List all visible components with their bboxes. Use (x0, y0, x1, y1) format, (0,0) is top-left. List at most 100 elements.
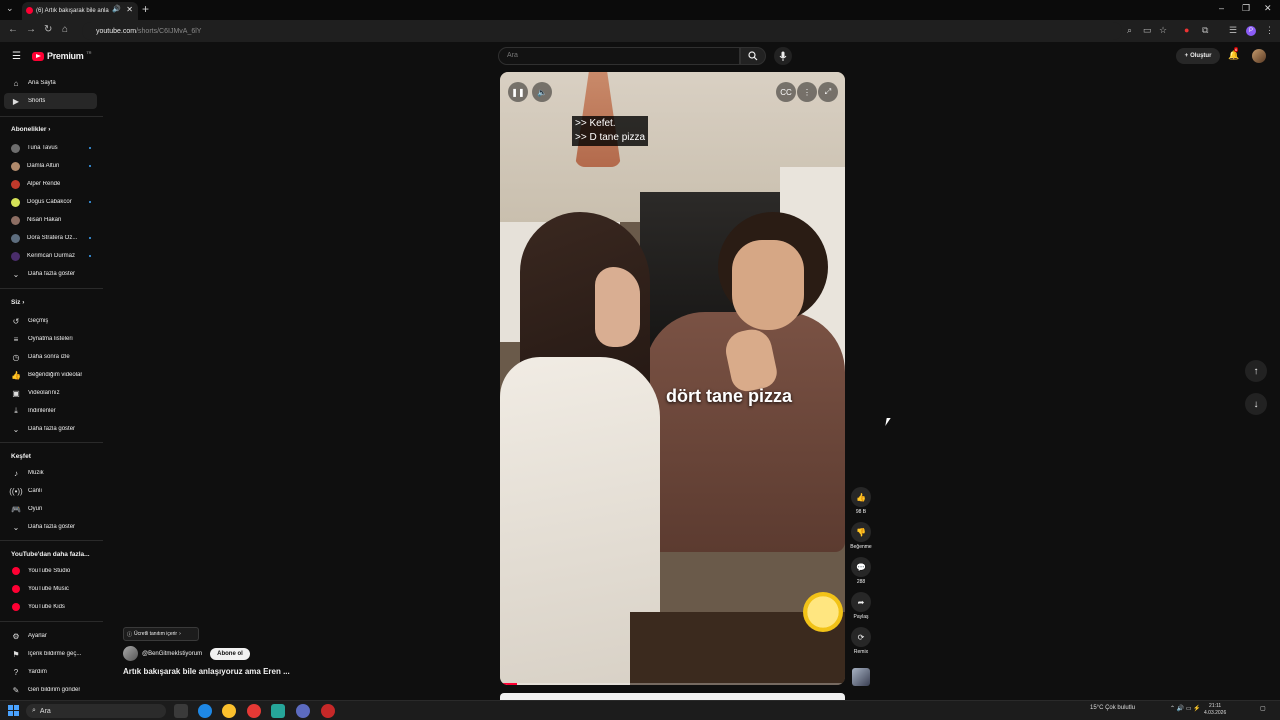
sidebar-item-downloads[interactable]: ⤓ İndirilenler (4, 403, 97, 419)
discord-icon[interactable] (296, 704, 310, 718)
pause-button[interactable]: ❚❚ (508, 82, 528, 102)
sound-thumbnail[interactable] (852, 668, 870, 686)
share-button[interactable]: ➦ Paylaş (849, 592, 873, 620)
forward-icon[interactable]: → (26, 24, 36, 35)
channel-avatar (11, 179, 20, 189)
sidebar-item-history[interactable]: ↺ Geçmiş (4, 313, 97, 329)
sidebar-item-youtube-kids[interactable]: YouTube Kids (4, 599, 97, 615)
home-browser-icon[interactable]: ⌂ (62, 24, 68, 35)
extension-icon[interactable]: ● (1184, 25, 1189, 35)
scene-lemon (803, 592, 843, 632)
sidebar-item-feedback[interactable]: ✎ Geri bildirim gönder (4, 682, 97, 698)
sidebar-show-more-explore[interactable]: ⌄ Daha fazla göster (4, 519, 97, 535)
paid-promotion-chip[interactable]: ⓘ Ücretli tanıtım içerir › (123, 627, 199, 641)
sidebar-item-music[interactable]: ♪ Müzik (4, 465, 97, 481)
sidebar-show-more-you[interactable]: ⌄ Daha fazla göster (4, 421, 97, 437)
sidebar-item-youtube-music[interactable]: YouTube Music (4, 581, 97, 597)
subscriptions-heading[interactable]: Abonelikler › (11, 126, 50, 133)
restore-icon[interactable]: ❐ (1242, 3, 1250, 14)
like-button[interactable]: 👍 98 B (849, 487, 873, 515)
sidebar-item-watch-later[interactable]: ◷ Daha sonra izle (4, 349, 97, 365)
shorts-video-player[interactable]: ❚❚ 🔈 CC ⋮ ⤢ >> Kefet. >> D tane pizza dö… (500, 72, 845, 685)
video-title[interactable]: Artık bakışarak bile anlaşıyoruz ama Ere… (123, 667, 290, 676)
fullscreen-button[interactable]: ⤢ (818, 82, 838, 102)
sidebar-item-subscription[interactable]: Alper Rende (4, 176, 97, 192)
clock[interactable]: 21:11 4.03.2026 (1204, 703, 1226, 717)
start-button[interactable] (8, 705, 19, 716)
sidebar-item-liked-videos[interactable]: 👍 Beğendiğim videolar (4, 367, 97, 383)
notifications-button[interactable]: 🔔 6 (1228, 47, 1239, 61)
you-heading[interactable]: Siz › (11, 299, 24, 306)
reading-list-icon[interactable]: ☰ (1229, 25, 1237, 36)
tab-search-icon[interactable]: ⌄ (6, 3, 14, 14)
sidebar-item-subscription[interactable]: Nisan Hakan (4, 212, 97, 228)
next-short-button[interactable]: ↓ (1245, 393, 1267, 415)
channel-name[interactable]: @BenGitmekIstiyorum (142, 651, 202, 657)
sidebar-item-youtube-studio[interactable]: YouTube Studio (4, 563, 97, 579)
close-window-icon[interactable]: ✕ (1264, 3, 1272, 14)
back-icon[interactable]: ← (8, 24, 18, 35)
reload-icon[interactable]: ↻ (44, 24, 52, 35)
youtube-premium-logo[interactable]: Premium TR (32, 50, 91, 61)
sidebar-item-report-history[interactable]: ⚑ İçerik bildirme geç... (4, 646, 97, 662)
system-tray-icons[interactable]: ⌃ 🔊 ▭ ⚡ (1170, 705, 1201, 712)
subscribe-button[interactable]: Abone ol (210, 647, 250, 660)
url-field[interactable]: youtube.com/shorts/C6IJMvA_6lY (82, 22, 1122, 40)
video-progress-bar[interactable] (500, 683, 845, 685)
search-button[interactable] (740, 47, 766, 65)
create-button[interactable]: + Oluştur (1176, 48, 1220, 64)
remix-button[interactable]: ⟳ Remix (849, 627, 873, 655)
notification-center-icon[interactable]: ▢ (1260, 705, 1266, 712)
install-icon[interactable]: ▭ (1143, 25, 1152, 36)
voice-search-button[interactable] (774, 47, 792, 65)
app-icon[interactable] (271, 704, 285, 718)
browser-profile-avatar[interactable]: P (1246, 26, 1256, 36)
chrome-icon[interactable] (222, 704, 236, 718)
mute-button[interactable]: 🔈 (532, 82, 552, 102)
sidebar-item-subscription[interactable]: Dogus Cabakcor (4, 194, 97, 210)
account-avatar[interactable] (1252, 49, 1266, 63)
hamburger-menu-icon[interactable]: ☰ (12, 51, 21, 62)
close-tab-icon[interactable]: ✕ (126, 5, 133, 14)
sidebar-item-settings[interactable]: ⚙ Ayarlar (4, 628, 97, 644)
minimize-icon[interactable]: – (1219, 3, 1224, 13)
search-input[interactable]: Ara (498, 47, 740, 65)
channel-avatar[interactable] (123, 646, 138, 661)
comments-button[interactable]: 💬 288 (849, 557, 873, 585)
weather-widget[interactable]: 15°C Çok bulutlu (1090, 705, 1135, 711)
browser-tab-active[interactable]: (6) Artık bakışarak bile anla 🔊 ✕ (22, 2, 138, 20)
bookmark-star-icon[interactable]: ☆ (1159, 25, 1167, 36)
more-options-button[interactable]: ⋮ (797, 82, 817, 102)
next-short-peek[interactable] (500, 693, 845, 700)
task-view-icon[interactable] (174, 704, 188, 718)
zoom-icon[interactable]: ⌕ (1127, 25, 1132, 36)
new-tab-button[interactable]: + (142, 2, 149, 16)
taskbar-search[interactable]: ⌕ Ara (26, 704, 166, 718)
sidebar-item-subscription[interactable]: Damla Altun (4, 158, 97, 174)
sidebar-item-live[interactable]: ((•)) Canlı (4, 483, 97, 499)
app-icon[interactable] (321, 704, 335, 718)
captions-button[interactable]: CC (776, 82, 796, 102)
extensions-puzzle-icon[interactable]: ⧉ (1202, 25, 1208, 36)
youtube-music-app-icon[interactable] (247, 704, 261, 718)
cc-icon: CC (780, 87, 792, 97)
sidebar-item-your-videos[interactable]: ▣ Videolarınız (4, 385, 97, 401)
previous-short-button[interactable]: ↑ (1245, 360, 1267, 382)
browser-menu-icon[interactable]: ⋮ (1265, 25, 1274, 36)
sidebar-item-gaming[interactable]: 🎮 Oyun (4, 501, 97, 517)
sidebar-show-more-subs[interactable]: ⌄ Daha fazla göster (4, 266, 97, 282)
dislike-button[interactable]: 👎 Beğenme (849, 522, 873, 550)
speaker-icon[interactable]: 🔊 (112, 5, 121, 13)
mouse-cursor (885, 418, 891, 426)
explore-heading: Keşfet (11, 453, 31, 460)
sidebar-item-shorts[interactable]: ▶ Shorts (4, 93, 97, 109)
sidebar-item-subscription[interactable]: Tuna Tavus (4, 140, 97, 156)
sidebar-item-home[interactable]: ⌂ Ana Sayfa (4, 75, 97, 91)
sidebar-item-label: Geçmiş (28, 318, 49, 324)
sidebar-item-subscription[interactable]: Kerimcan Durmaz (4, 248, 97, 264)
sidebar-item-help[interactable]: ? Yardım (4, 664, 97, 680)
edge-icon[interactable] (198, 704, 212, 718)
sidebar-item-playlists[interactable]: ≡ Oynatma listeleri (4, 331, 97, 347)
sidebar-item-subscription[interactable]: Dora Stratera Öz... (4, 230, 97, 246)
channel-avatar (11, 233, 20, 243)
